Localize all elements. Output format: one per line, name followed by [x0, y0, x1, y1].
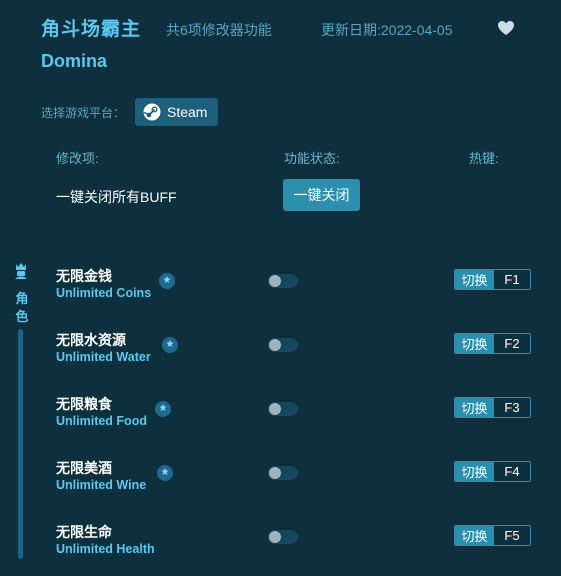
- hotkey-button[interactable]: 切换 F4: [454, 461, 531, 482]
- cheat-name-cn: 无限水资源: [56, 332, 126, 348]
- column-header-hotkey: 热键:: [469, 151, 499, 166]
- cheat-name-cn: 无限生命: [56, 524, 112, 540]
- hotkey-switch-label: 切换: [455, 398, 494, 417]
- trainer-window: 角斗场霸主 共6项修改器功能 更新日期:2022-04-05 Domina 选择…: [0, 0, 561, 576]
- cheat-name-en: Unlimited Food: [56, 414, 147, 428]
- cheat-toggle[interactable]: [268, 530, 298, 544]
- disable-all-buff-label: 一键关闭所有BUFF: [56, 189, 177, 205]
- feature-count: 共6项修改器功能: [166, 22, 272, 38]
- hotkey-key: F3: [504, 400, 520, 415]
- game-title-en: Domina: [41, 51, 108, 71]
- column-header-state: 功能状态:: [284, 151, 340, 166]
- cheat-name-en: Unlimited Health: [56, 542, 155, 556]
- hotkey-switch-label: 切换: [455, 462, 494, 481]
- toggle-knob: [269, 275, 281, 287]
- toggle-knob: [269, 531, 281, 543]
- toggle-knob: [269, 339, 281, 351]
- star-icon: ★: [162, 337, 178, 353]
- cheat-row-health: 无限生命 Unlimited Health 切换 F5: [0, 522, 561, 562]
- cheat-name-cn: 无限美酒: [56, 460, 112, 476]
- disable-all-button[interactable]: 一键关闭: [283, 179, 360, 211]
- cheat-toggle[interactable]: [268, 466, 298, 480]
- steam-label: Steam: [167, 104, 208, 120]
- cheat-row-wine: 无限美酒 Unlimited Wine ★ 切换 F4: [0, 458, 561, 498]
- platform-label: 选择游戏平台：: [41, 106, 126, 120]
- hotkey-switch-label: 切换: [455, 526, 494, 545]
- cheat-row-water: 无限水资源 Unlimited Water ★ 切换 F2: [0, 330, 561, 370]
- cheat-name-cn: 无限粮食: [56, 396, 112, 412]
- star-icon: ★: [159, 273, 175, 289]
- steam-platform-button[interactable]: Steam: [135, 98, 218, 126]
- column-header-mod: 修改项:: [56, 151, 99, 166]
- steam-icon: [143, 103, 161, 121]
- game-title-cn: 角斗场霸主: [41, 19, 142, 40]
- hotkey-key: F2: [504, 336, 520, 351]
- hotkey-key: F4: [504, 464, 520, 479]
- heart-icon[interactable]: [497, 20, 515, 36]
- hotkey-button[interactable]: 切换 F5: [454, 525, 531, 546]
- hotkey-button[interactable]: 切换 F1: [454, 269, 531, 290]
- cheat-toggle[interactable]: [268, 338, 298, 352]
- star-icon: ★: [157, 465, 173, 481]
- toggle-knob: [269, 467, 281, 479]
- cheat-name-en: Unlimited Water: [56, 350, 151, 364]
- hotkey-key: F5: [504, 528, 520, 543]
- cheat-toggle[interactable]: [268, 402, 298, 416]
- cheat-name-en: Unlimited Coins: [56, 286, 152, 300]
- cheat-row-coins: 无限金钱 Unlimited Coins ★ 切换 F1: [0, 266, 561, 306]
- hotkey-key: F1: [504, 272, 520, 287]
- cheat-toggle[interactable]: [268, 274, 298, 288]
- star-icon: ★: [155, 401, 171, 417]
- hotkey-button[interactable]: 切换 F2: [454, 333, 531, 354]
- update-date: 更新日期:2022-04-05: [321, 22, 453, 38]
- cheat-row-food: 无限粮食 Unlimited Food ★ 切换 F3: [0, 394, 561, 434]
- hotkey-switch-label: 切换: [455, 334, 494, 353]
- cheat-name-cn: 无限金钱: [56, 268, 112, 284]
- hotkey-button[interactable]: 切换 F3: [454, 397, 531, 418]
- toggle-knob: [269, 403, 281, 415]
- cheat-name-en: Unlimited Wine: [56, 478, 147, 492]
- hotkey-switch-label: 切换: [455, 270, 494, 289]
